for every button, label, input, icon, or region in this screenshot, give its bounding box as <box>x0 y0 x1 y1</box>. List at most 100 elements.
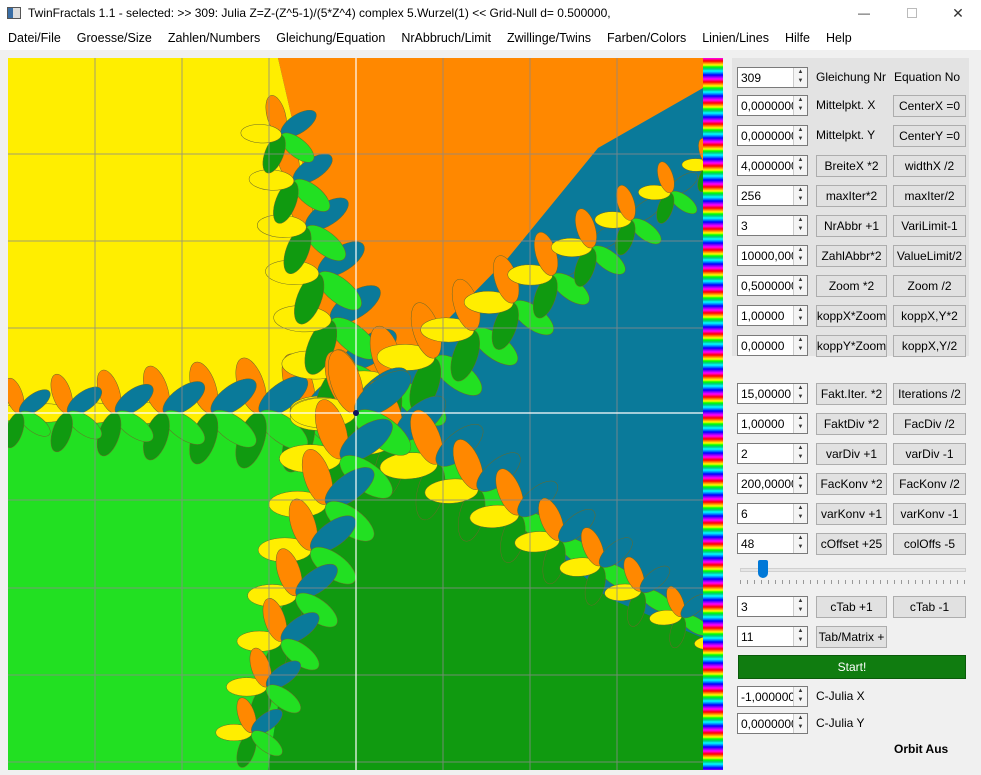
valuelimit-half-button[interactable]: ValueLimit/2 <box>893 245 966 267</box>
width-half-button[interactable]: widthX /2 <box>893 155 966 177</box>
centerx-reset-button[interactable]: CenterX =0 <box>893 95 966 117</box>
coffset-plus-button[interactable]: cOffset +25 <box>816 533 887 555</box>
spin-down-icon[interactable]: ▼ <box>794 723 807 732</box>
spin-down-icon[interactable]: ▼ <box>794 135 807 144</box>
spin-up-icon[interactable]: ▲ <box>794 68 807 77</box>
spin-up-icon[interactable]: ▲ <box>794 336 807 345</box>
spin-up-icon[interactable]: ▲ <box>794 246 807 255</box>
spin-down-icon[interactable]: ▼ <box>794 393 807 402</box>
close-button[interactable]: ✕ <box>935 0 981 26</box>
maxiter-double-button[interactable]: maxIter*2 <box>816 185 887 207</box>
spin-up-icon[interactable]: ▲ <box>794 156 807 165</box>
tabmatrix-spinbox[interactable]: 11 ▲ ▼ <box>737 626 808 647</box>
spin-up-icon[interactable]: ▲ <box>794 96 807 105</box>
centerx-spinbox[interactable]: 0,0000000 ▲ ▼ <box>737 95 808 116</box>
faktdiv-spinbox[interactable]: 1,00000 ▲ ▼ <box>737 413 808 434</box>
spin-up-icon[interactable]: ▲ <box>794 714 807 723</box>
menu-nrabbruch[interactable]: NrAbbruch/Limit <box>393 31 499 45</box>
menu-help[interactable]: Help <box>818 31 860 45</box>
koppx-zoom-button[interactable]: koppX*Zoom <box>816 305 887 327</box>
koppxy-half-button[interactable]: koppX,Y/2 <box>893 335 966 357</box>
spin-up-icon[interactable]: ▲ <box>794 384 807 393</box>
ctab-spinbox[interactable]: 3 ▲ ▼ <box>737 596 808 617</box>
spin-up-icon[interactable]: ▲ <box>794 597 807 606</box>
centery-reset-button[interactable]: CenterY =0 <box>893 125 966 147</box>
menu-datei[interactable]: Datei/File <box>0 31 69 45</box>
spin-up-icon[interactable]: ▲ <box>794 474 807 483</box>
facdiv-half-button[interactable]: FacDiv /2 <box>893 413 966 435</box>
start-button[interactable]: Start! <box>738 655 966 679</box>
spin-down-icon[interactable]: ▼ <box>794 696 807 705</box>
maxiter-spinbox[interactable]: 256 ▲ ▼ <box>737 185 808 206</box>
menu-zwillinge[interactable]: Zwillinge/Twins <box>499 31 599 45</box>
varkonv-minus-button[interactable]: varKonv -1 <box>893 503 966 525</box>
koppy-spinbox[interactable]: 0,00000 ▲ ▼ <box>737 335 808 356</box>
zahlabbr-spinbox[interactable]: 10000,000 ▲ ▼ <box>737 245 808 266</box>
spin-down-icon[interactable]: ▼ <box>794 77 807 86</box>
menu-linien[interactable]: Linien/Lines <box>694 31 777 45</box>
breite-spinbox[interactable]: 4,0000000 ▲ ▼ <box>737 155 808 176</box>
koppxy-double-button[interactable]: koppX,Y*2 <box>893 305 966 327</box>
spin-down-icon[interactable]: ▼ <box>794 636 807 645</box>
varkonv-spinbox[interactable]: 6 ▲ ▼ <box>737 503 808 524</box>
spin-down-icon[interactable]: ▼ <box>794 165 807 174</box>
spin-down-icon[interactable]: ▼ <box>794 285 807 294</box>
faktdiv-double-button[interactable]: FaktDiv *2 <box>816 413 887 435</box>
slider-thumb[interactable] <box>757 560 768 578</box>
zahlabbr-double-button[interactable]: ZahlAbbr*2 <box>816 245 887 267</box>
cjuliay-spinbox[interactable]: 0,0000000 ▲ ▼ <box>737 713 808 734</box>
spin-up-icon[interactable]: ▲ <box>794 414 807 423</box>
coloffs-minus-button[interactable]: colOffs -5 <box>893 533 966 555</box>
nrabbr-plus-button[interactable]: NrAbbr +1 <box>816 215 887 237</box>
menu-groesse[interactable]: Groesse/Size <box>69 31 160 45</box>
coffset-spinbox[interactable]: 48 ▲ ▼ <box>737 533 808 554</box>
cjuliax-spinbox[interactable]: -1,0000000▲▼ <box>737 686 808 707</box>
breite-double-button[interactable]: BreiteX *2 <box>816 155 887 177</box>
maximize-button[interactable] <box>889 0 935 26</box>
color-offset-slider[interactable] <box>740 568 966 572</box>
spin-down-icon[interactable]: ▼ <box>794 315 807 324</box>
iterations-half-button[interactable]: Iterations /2 <box>893 383 966 405</box>
fackonv-spinbox[interactable]: 200,00000 ▲ ▼ <box>737 473 808 494</box>
spin-up-icon[interactable]: ▲ <box>794 627 807 636</box>
menu-farben[interactable]: Farben/Colors <box>599 31 694 45</box>
spin-up-icon[interactable]: ▲ <box>794 186 807 195</box>
equation-spinbox[interactable]: 309 ▲ ▼ <box>737 67 808 88</box>
spin-up-icon[interactable]: ▲ <box>794 126 807 135</box>
varilimit-minus-button[interactable]: VariLimit-1 <box>893 215 966 237</box>
varkonv-plus-button[interactable]: varKonv +1 <box>816 503 887 525</box>
spin-down-icon[interactable]: ▼ <box>794 513 807 522</box>
centery-spinbox[interactable]: 0,0000000 ▲ ▼ <box>737 125 808 146</box>
spin-up-icon[interactable]: ▲ <box>794 687 807 696</box>
faktiter-spinbox[interactable]: 15,00000 ▲ ▼ <box>737 383 808 404</box>
vardiv-minus-button[interactable]: varDiv -1 <box>893 443 966 465</box>
tabmatrix-plus-button[interactable]: Tab/Matrix + <box>816 626 887 648</box>
ctab-minus-button[interactable]: cTab -1 <box>893 596 966 618</box>
fackonv-half-button[interactable]: FacKonv /2 <box>893 473 966 495</box>
spin-up-icon[interactable]: ▲ <box>794 504 807 513</box>
spin-down-icon[interactable]: ▼ <box>794 543 807 552</box>
spin-up-icon[interactable]: ▲ <box>794 444 807 453</box>
zoom-spinbox[interactable]: 0,5000000 ▲ ▼ <box>737 275 808 296</box>
zoom-double-button[interactable]: Zoom *2 <box>816 275 887 297</box>
spin-up-icon[interactable]: ▲ <box>794 306 807 315</box>
spin-down-icon[interactable]: ▼ <box>794 105 807 114</box>
ctab-plus-button[interactable]: cTab +1 <box>816 596 887 618</box>
faktiter-double-button[interactable]: Fakt.Iter. *2 <box>816 383 887 405</box>
minimize-button[interactable]: — <box>841 0 887 26</box>
nrabbr-spinbox[interactable]: 3 ▲ ▼ <box>737 215 808 236</box>
fractal-canvas[interactable] <box>8 58 703 770</box>
spin-down-icon[interactable]: ▼ <box>794 195 807 204</box>
spin-up-icon[interactable]: ▲ <box>794 534 807 543</box>
menu-zahlen[interactable]: Zahlen/Numbers <box>160 31 268 45</box>
maxiter-half-button[interactable]: maxIter/2 <box>893 185 966 207</box>
menu-gleichung[interactable]: Gleichung/Equation <box>268 31 393 45</box>
spin-down-icon[interactable]: ▼ <box>794 606 807 615</box>
spin-down-icon[interactable]: ▼ <box>794 453 807 462</box>
spin-down-icon[interactable]: ▼ <box>794 423 807 432</box>
spin-down-icon[interactable]: ▼ <box>794 225 807 234</box>
vardiv-spinbox[interactable]: 2 ▲ ▼ <box>737 443 808 464</box>
spin-down-icon[interactable]: ▼ <box>794 483 807 492</box>
spin-down-icon[interactable]: ▼ <box>794 255 807 264</box>
koppx-spinbox[interactable]: 1,00000 ▲ ▼ <box>737 305 808 326</box>
